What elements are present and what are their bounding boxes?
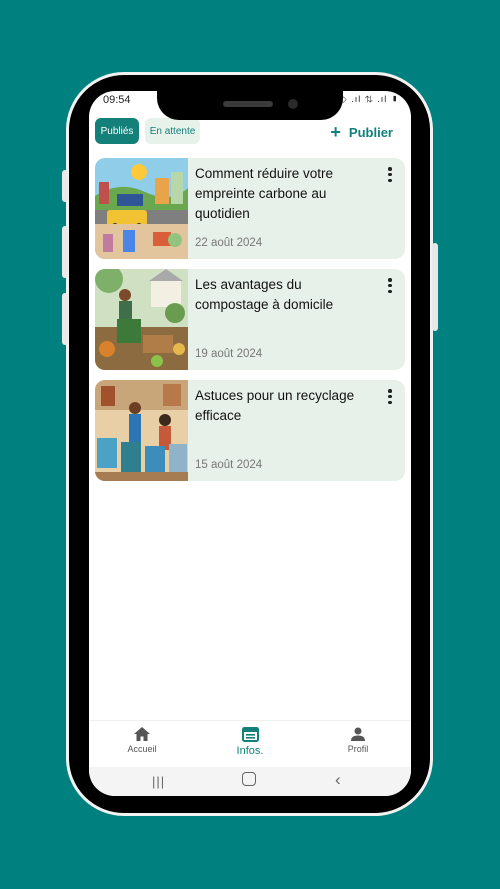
- nav-item-home[interactable]: Accueil: [97, 727, 187, 754]
- top-bar: Publiés En attente + Publier: [89, 115, 411, 149]
- publish-button[interactable]: + Publier: [330, 121, 393, 143]
- system-nav-bar: ||| ‹: [89, 767, 411, 796]
- article-card[interactable]: Les avantages du compostage à domicile 1…: [95, 269, 405, 370]
- more-options-icon[interactable]: [387, 278, 393, 294]
- phone-side-button: [62, 226, 68, 278]
- nav-label: Infos.: [236, 745, 264, 757]
- nav-item-profile[interactable]: Profil: [313, 727, 403, 754]
- person-icon: [351, 727, 365, 741]
- article-card[interactable]: Comment réduire votre empreinte carbone …: [95, 158, 405, 259]
- publish-label: Publier: [348, 124, 393, 140]
- screen: 09:54 ⬦ .ıl ⇅ .ıl ▮ Publiés En attente +…: [89, 91, 411, 796]
- plus-icon: +: [330, 122, 341, 142]
- phone-side-button: [432, 243, 438, 331]
- phone-side-button: [62, 170, 68, 202]
- recent-apps-icon[interactable]: |||: [152, 774, 165, 789]
- article-title: Comment réduire votre empreinte carbone …: [195, 166, 334, 221]
- composting-illustration: [95, 269, 188, 370]
- status-icons: ⬦ .ıl ⇅ .ıl ▮: [340, 94, 399, 104]
- article-date: 19 août 2024: [195, 348, 263, 360]
- article-date: 22 août 2024: [195, 237, 263, 249]
- nav-label: Profil: [347, 744, 369, 754]
- news-icon: [241, 727, 259, 742]
- home-icon: [134, 727, 150, 741]
- article-title: Les avantages du compostage à domicile: [195, 277, 334, 312]
- home-button-icon[interactable]: [242, 772, 256, 786]
- article-date: 15 août 2024: [195, 459, 263, 471]
- speaker: [223, 101, 273, 107]
- back-icon[interactable]: ‹: [335, 770, 341, 790]
- filter-published-chip[interactable]: Publiés: [95, 118, 139, 144]
- camera: [288, 99, 298, 109]
- nav-item-infos[interactable]: Infos.: [205, 727, 295, 757]
- phone-notch: [157, 80, 343, 120]
- recycling-illustration: [95, 380, 188, 481]
- filter-pending-chip[interactable]: En attente: [145, 118, 200, 144]
- more-options-icon[interactable]: [387, 389, 393, 405]
- more-options-icon[interactable]: [387, 167, 393, 183]
- article-title: Astuces pour un recyclage efficace: [195, 388, 355, 423]
- bottom-nav: Accueil Infos. Profil: [89, 720, 411, 768]
- article-card[interactable]: Astuces pour un recyclage efficace 15 ao…: [95, 380, 405, 481]
- nav-label: Accueil: [127, 744, 157, 754]
- eco-city-illustration: [95, 158, 188, 259]
- status-time: 09:54: [103, 94, 131, 106]
- phone-side-button: [62, 293, 68, 345]
